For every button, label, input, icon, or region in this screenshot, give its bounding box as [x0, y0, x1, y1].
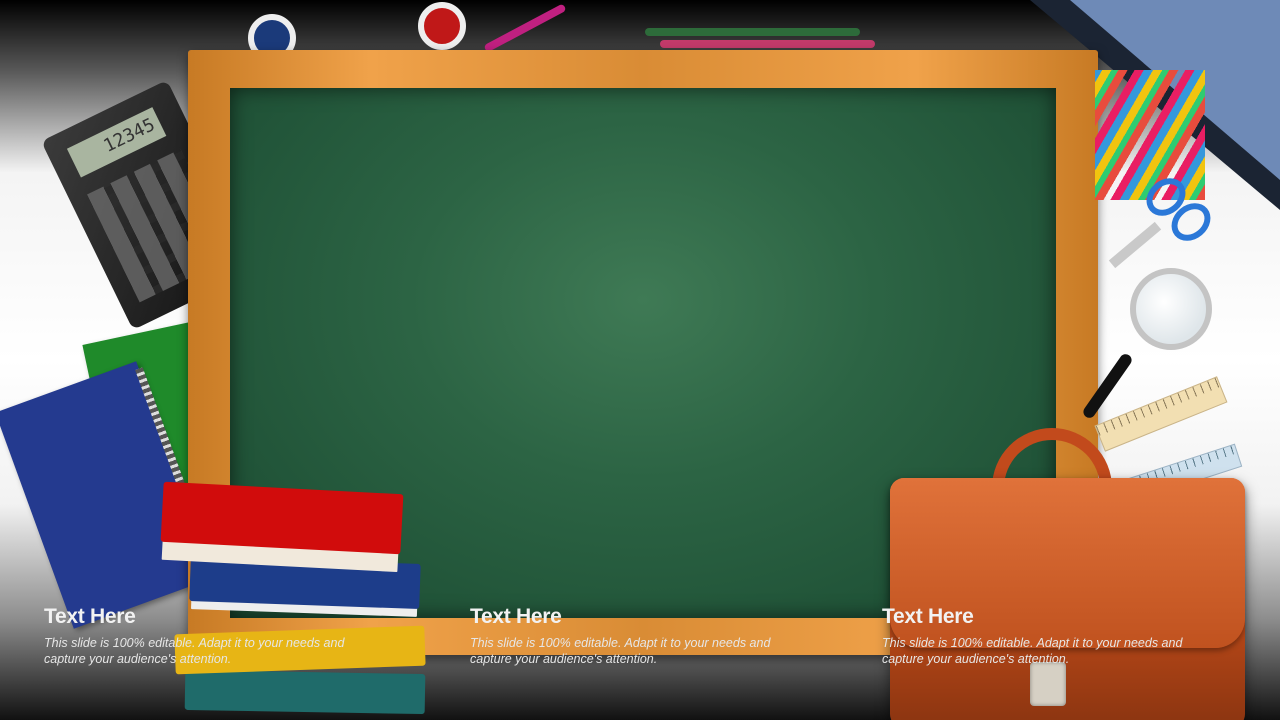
text-block-body[interactable]: This slide is 100% editable. Adapt it to… [882, 635, 1212, 667]
book-blue-icon [189, 556, 421, 609]
text-block-body[interactable]: This slide is 100% editable. Adapt it to… [44, 635, 374, 667]
pen-icon [645, 28, 860, 36]
text-block-3[interactable]: Text Here This slide is 100% editable. A… [882, 605, 1212, 667]
pen-icon [660, 40, 875, 48]
scissors-icon [1108, 170, 1219, 269]
text-block-title[interactable]: Text Here [882, 605, 1212, 629]
book-red-icon [160, 481, 404, 555]
text-block-1[interactable]: Text Here This slide is 100% editable. A… [44, 605, 374, 667]
text-block-2[interactable]: Text Here This slide is 100% editable. A… [470, 605, 800, 667]
text-block-title[interactable]: Text Here [44, 605, 374, 629]
magnifier-icon [1130, 268, 1212, 350]
book-teal-icon [184, 669, 426, 715]
paint-pot-icon [418, 2, 466, 50]
pen-icon [483, 3, 567, 53]
ruler-icon [1094, 376, 1228, 452]
text-block-body[interactable]: This slide is 100% editable. Adapt it to… [470, 635, 800, 667]
briefcase-lock-icon [1030, 662, 1066, 706]
text-block-title[interactable]: Text Here [470, 605, 800, 629]
slide-canvas: 12345 Text Here This slide is 100% edita… [0, 0, 1280, 720]
